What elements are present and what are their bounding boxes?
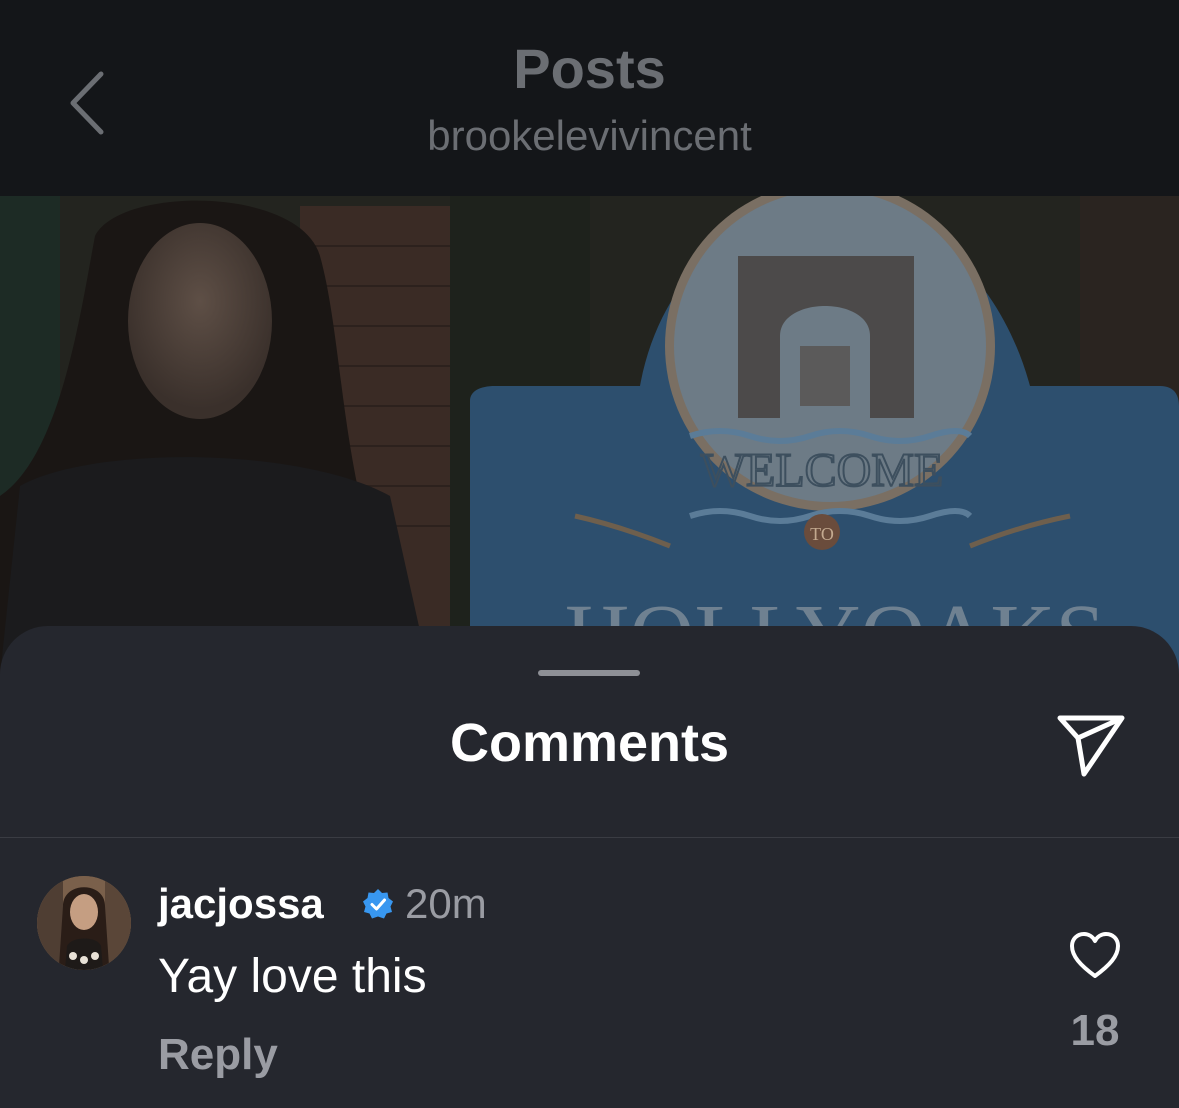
- divider: [0, 837, 1179, 838]
- comment-username[interactable]: jacjossa: [158, 878, 324, 930]
- heart-icon: [1070, 932, 1120, 978]
- avatar-image: [37, 876, 131, 970]
- account-username[interactable]: brookelevivincent: [0, 110, 1179, 162]
- send-icon: [1057, 715, 1125, 777]
- avatar[interactable]: [37, 876, 131, 970]
- verified-badge-icon: [363, 889, 393, 919]
- reply-button[interactable]: Reply: [158, 1028, 278, 1082]
- sign-to-text: TO: [810, 524, 834, 544]
- share-button[interactable]: [1054, 708, 1128, 780]
- comment-timestamp: 20m: [405, 880, 487, 927]
- post-image[interactable]: WELCOME TO HOLLYOAKS: [0, 196, 1179, 676]
- comment-text: Yay love this: [158, 950, 427, 1003]
- comments-title: Comments: [449, 713, 730, 773]
- top-navigation-bar: Posts brookelevivincent: [0, 0, 1179, 196]
- page-title: Posts: [513, 37, 666, 100]
- sheet-grabber-handle[interactable]: [538, 670, 640, 676]
- like-count: 18: [1070, 1006, 1120, 1055]
- sign-welcome-text: WELCOME: [701, 444, 944, 497]
- post-photo: WELCOME TO HOLLYOAKS: [0, 196, 1179, 676]
- comments-sheet: Comments jacjossa 20m Yay love this Repl…: [0, 626, 1179, 1108]
- like-button[interactable]: [1068, 930, 1122, 982]
